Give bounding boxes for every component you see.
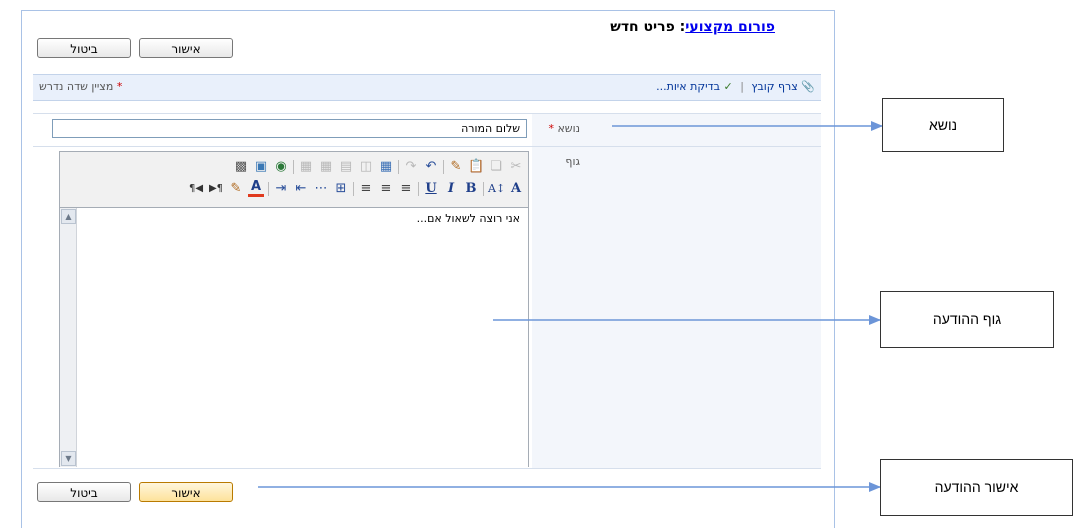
callout-body: גוף ההודעה [880, 291, 1054, 348]
annotation-arrows [258, 121, 883, 492]
callout-subject: נושא [882, 98, 1004, 152]
callout-submit: אישור ההודעה [880, 459, 1073, 516]
